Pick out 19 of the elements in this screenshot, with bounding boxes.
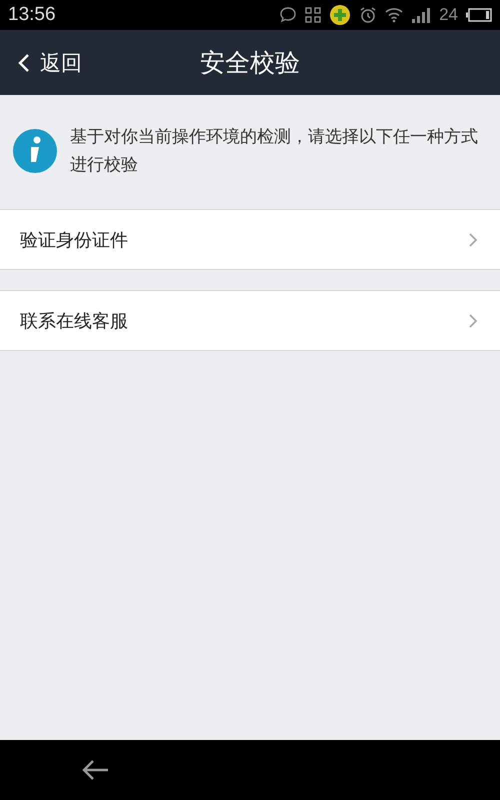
battery-level: 24 <box>439 5 458 25</box>
chat-bubble-icon <box>279 6 298 24</box>
notice-text: 基于对你当前操作环境的检测，请选择以下任一种方式进行校验 <box>70 126 479 177</box>
back-button[interactable]: 返回 <box>0 48 82 76</box>
option-row[interactable]: 联系在线客服 <box>0 290 500 351</box>
page-title: 安全校验 <box>200 47 300 79</box>
option-row[interactable]: 验证身份证件 <box>0 209 500 270</box>
wifi-icon <box>385 7 404 23</box>
status-time: 13:56 <box>8 4 56 26</box>
plus-badge-icon <box>329 4 352 26</box>
battery-icon <box>466 8 492 22</box>
chevron-icon <box>469 314 478 328</box>
grid-icon <box>305 7 322 23</box>
alarm-icon <box>359 6 378 24</box>
chevron-left-icon <box>18 52 30 72</box>
back-arrow-icon[interactable] <box>81 759 109 781</box>
signal-icon <box>411 7 432 23</box>
chevron-icon <box>469 232 478 246</box>
info-icon <box>12 128 58 174</box>
